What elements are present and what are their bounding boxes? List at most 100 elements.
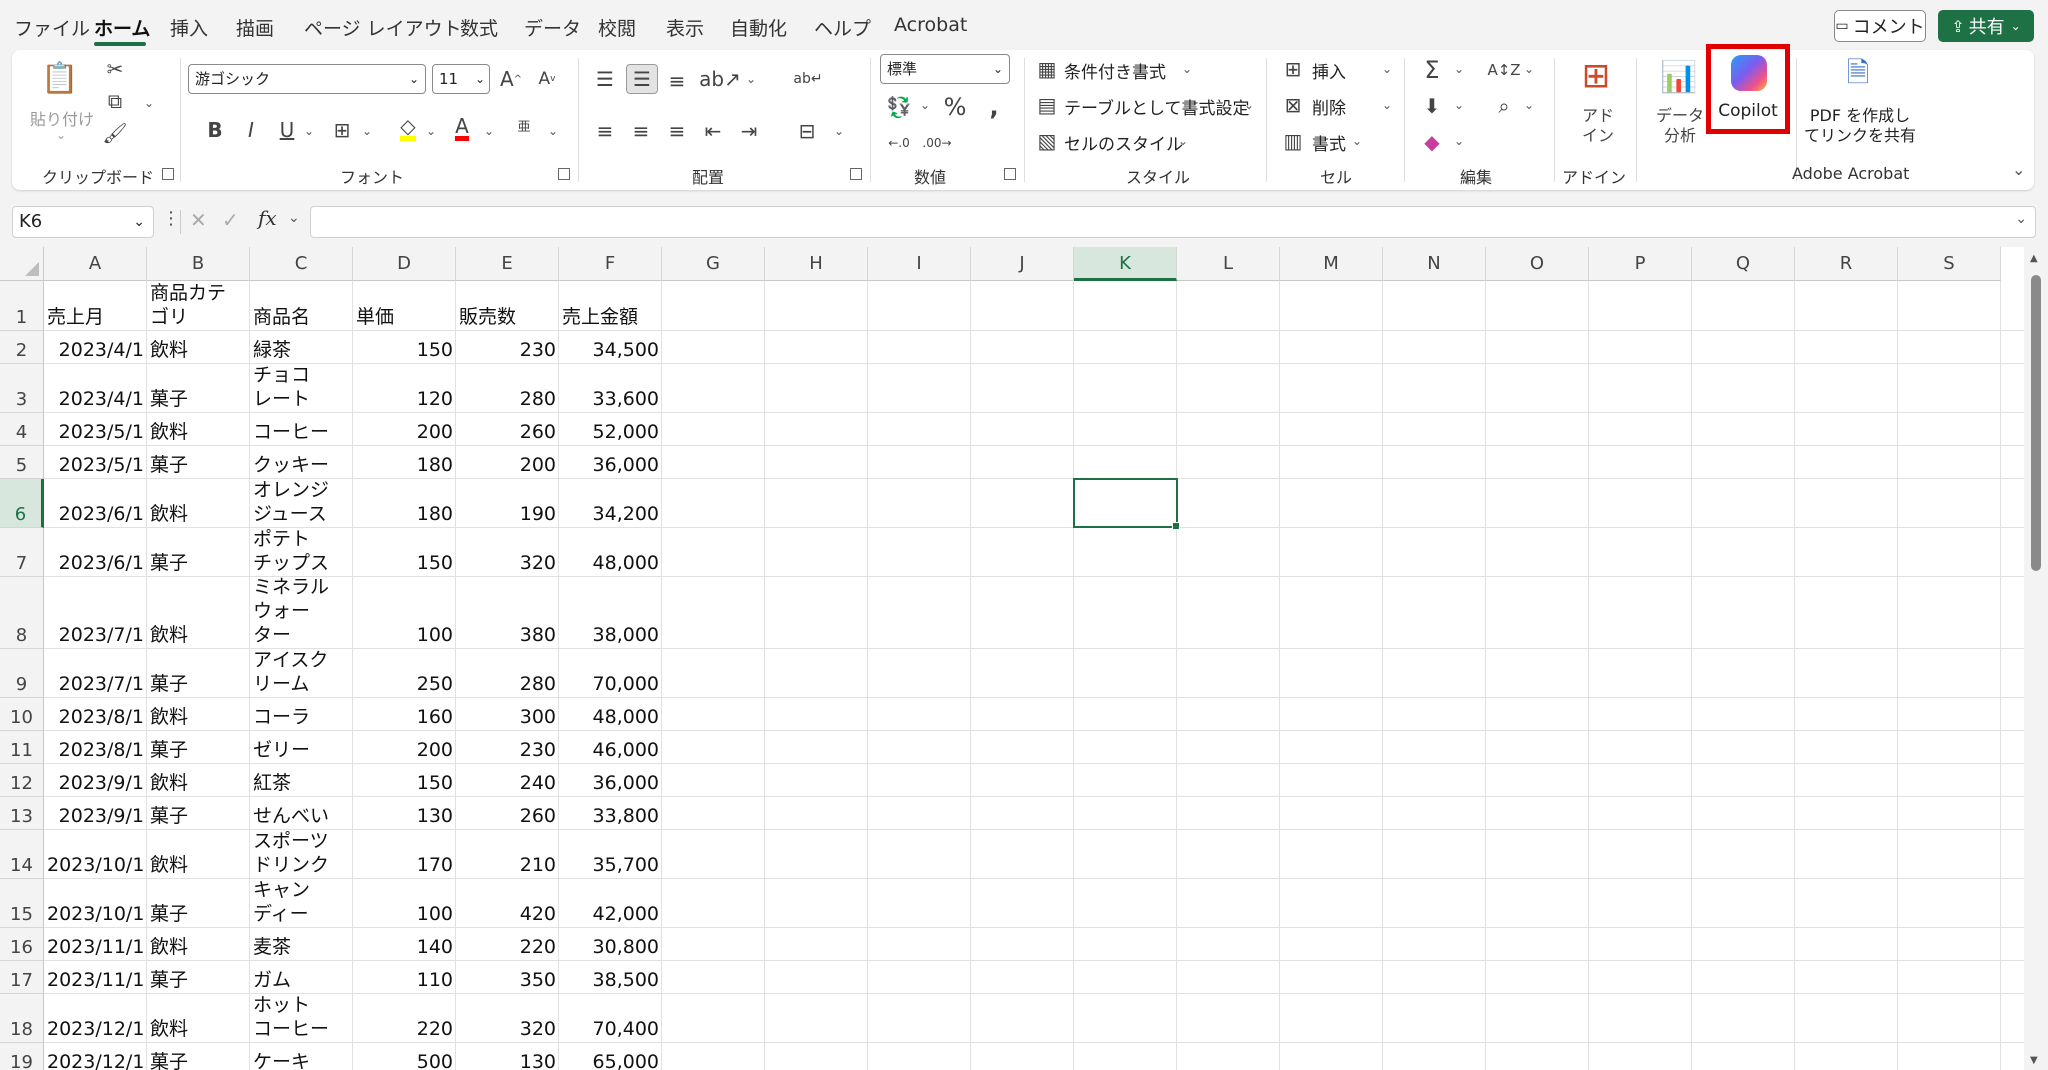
sort-filter-icon[interactable]: A↕Z [1487,56,1520,84]
insert-cells-icon[interactable]: ⊞ [1280,56,1306,82]
expand-formula-bar-icon[interactable]: ⌄ [2015,211,2027,227]
cell-C9[interactable]: アイスク リーム [250,648,353,696]
cell-F16[interactable]: 30,800 [559,935,662,959]
cell-F4[interactable]: 52,000 [559,420,662,444]
select-all-corner[interactable] [0,247,44,281]
alignment-launcher-icon[interactable] [850,168,862,180]
cell-D14[interactable]: 170 [353,853,456,877]
cell-E9[interactable]: 280 [456,672,559,696]
cell-A11[interactable]: 2023/8/1 [44,738,147,762]
cell-D12[interactable]: 150 [353,771,456,795]
cell-C16[interactable]: 麦茶 [250,935,353,959]
borders-icon[interactable]: ⊞ [328,116,356,144]
menu-tab-2[interactable]: 挿入 [170,14,208,41]
italic-icon[interactable]: I [238,116,264,144]
column-header-D[interactable]: D [353,247,456,281]
column-header-P[interactable]: P [1589,247,1692,281]
row-header-8[interactable]: 8 [0,577,44,649]
worksheet-grid[interactable]: A B C D E F G H I J K L M N O P Q R S 1 売上月 商品カテ ゴリ 商品名 単価 販売数 売上… [0,247,2024,1070]
cancel-icon[interactable]: ✕ [190,208,207,232]
chevron-down-icon[interactable]: ⌄ [1454,134,1464,148]
number-launcher-icon[interactable] [1004,168,1016,180]
cell-C19[interactable]: ケーキ [250,1050,353,1070]
cell-F6[interactable]: 34,200 [559,502,662,526]
cell-A18[interactable]: 2023/12/1 [44,1017,147,1041]
ribbon-collapse-icon[interactable]: ⌄ [2012,160,2025,179]
autosum-icon[interactable]: Σ [1418,56,1446,84]
align-center-icon[interactable]: ≡ [626,116,656,146]
cell-E18[interactable]: 320 [456,1017,559,1041]
cell-A10[interactable]: 2023/8/1 [44,705,147,729]
row-header-7[interactable]: 7 [0,528,44,577]
format-cells-button[interactable]: 書式 [1312,130,1346,155]
cell-C10[interactable]: コーラ [250,705,353,729]
cell-E8[interactable]: 380 [456,623,559,647]
add-ins-button-label[interactable]: アド イン [1582,106,1614,146]
cell-D2[interactable]: 150 [353,338,456,362]
column-header-I[interactable]: I [868,247,971,281]
chevron-down-icon[interactable]: ⌄ [1244,98,1254,112]
cell-D15[interactable]: 100 [353,902,456,926]
cell-E17[interactable]: 350 [456,968,559,992]
row-header-2[interactable]: 2 [0,331,44,364]
cell-E15[interactable]: 420 [456,902,559,926]
menu-tab-5[interactable]: 数式 [460,14,498,41]
cell-B1[interactable]: 商品カテ ゴリ [147,281,250,329]
cell-F19[interactable]: 65,000 [559,1050,662,1070]
chevron-down-icon[interactable]: ⌄ [1182,62,1192,76]
increase-indent-icon[interactable]: ⇥ [734,116,764,146]
cell-E6[interactable]: 190 [456,502,559,526]
clipboard-launcher-icon[interactable] [162,168,174,180]
align-left-icon[interactable]: ≡ [590,116,620,146]
row-header-11[interactable]: 11 [0,731,44,764]
copy-dropdown-icon[interactable]: ⌄ [144,96,154,110]
align-top-icon[interactable]: ☰ [590,64,620,94]
cell-F11[interactable]: 46,000 [559,738,662,762]
cell-C17[interactable]: ガム [250,968,353,992]
cell-D10[interactable]: 160 [353,705,456,729]
cell-E2[interactable]: 230 [456,338,559,362]
cell-A5[interactable]: 2023/5/1 [44,453,147,477]
cell-B7[interactable]: 菓子 [147,551,250,575]
cell-C18[interactable]: ホット コーヒー [250,993,353,1041]
row-header-18[interactable]: 18 [0,994,44,1043]
cell-F10[interactable]: 48,000 [559,705,662,729]
cell-E1[interactable]: 販売数 [456,305,559,329]
menu-tab-3[interactable]: 描画 [236,14,274,41]
cell-D6[interactable]: 180 [353,502,456,526]
cell-D3[interactable]: 120 [353,387,456,411]
cell-styles-icon[interactable]: ▧ [1034,128,1060,154]
cell-A17[interactable]: 2023/11/1 [44,968,147,992]
cell-B19[interactable]: 菓子 [147,1050,250,1070]
column-header-H[interactable]: H [765,247,868,281]
phonetic-icon[interactable]: 亜 [510,114,538,142]
column-header-F[interactable]: F [559,247,662,281]
cell-A13[interactable]: 2023/9/1 [44,804,147,828]
cell-F9[interactable]: 70,000 [559,672,662,696]
row-header-5[interactable]: 5 [0,446,44,479]
cell-E19[interactable]: 130 [456,1050,559,1070]
column-header-O[interactable]: O [1486,247,1589,281]
column-header-A[interactable]: A [44,247,147,281]
increase-font-size-icon[interactable]: A ^ [496,64,526,94]
cell-C3[interactable]: チョコ レート [250,363,353,411]
menu-tab-0[interactable]: ファイル [14,14,90,41]
column-header-M[interactable]: M [1280,247,1383,281]
cell-A6[interactable]: 2023/6/1 [44,502,147,526]
cell-C6[interactable]: オレンジ ジュース [250,478,353,526]
cell-E13[interactable]: 260 [456,804,559,828]
more-options-icon[interactable]: ⋮ [162,208,180,229]
copilot-button[interactable]: Copilot [1706,44,1790,134]
cell-B16[interactable]: 飲料 [147,935,250,959]
cell-A2[interactable]: 2023/4/1 [44,338,147,362]
cut-icon[interactable]: ✂ [102,56,128,82]
paste-dropdown-icon[interactable]: ⌄ [56,128,66,142]
chevron-down-icon[interactable]: ⌄ [1178,134,1188,148]
column-header-R[interactable]: R [1795,247,1898,281]
row-header-19[interactable]: 19 [0,1043,44,1070]
chevron-down-icon[interactable]: ⌄ [1524,62,1534,76]
cell-F7[interactable]: 48,000 [559,551,662,575]
cell-C12[interactable]: 紅茶 [250,771,353,795]
cell-F1[interactable]: 売上金額 [559,305,662,329]
enter-icon[interactable]: ✓ [222,208,239,232]
